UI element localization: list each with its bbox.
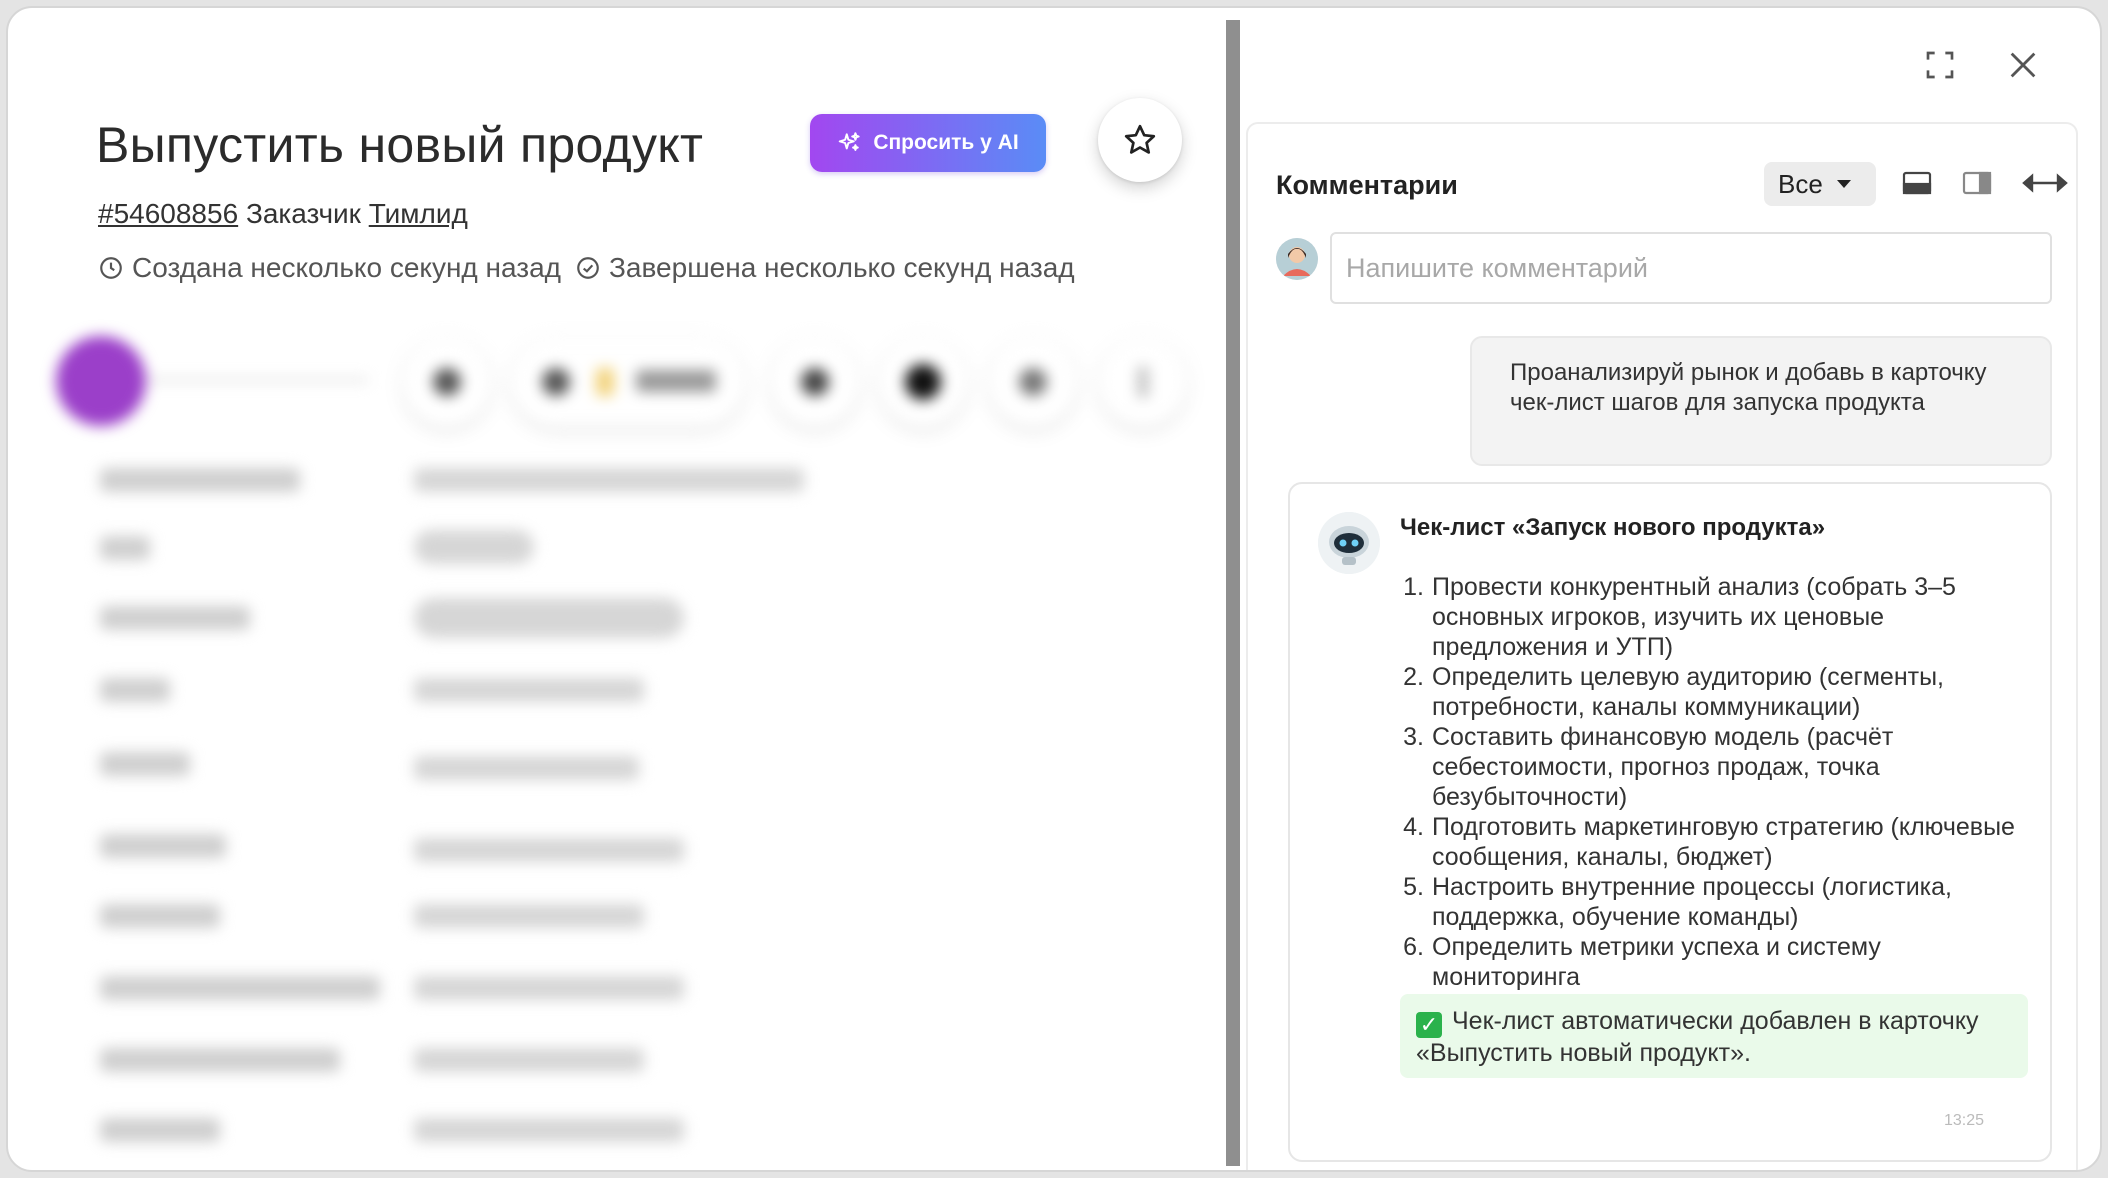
user-message: Проанализируй рынок и добавь в карточку … — [1470, 336, 2052, 466]
panel-view-options — [1902, 170, 2068, 196]
created-text: Создана несколько секунд назад — [132, 252, 562, 283]
list-item: 6. Определить метрики успеха и систему мо… — [1403, 933, 1881, 991]
panel-resize-handle[interactable] — [1226, 20, 1240, 1166]
ask-ai-label: Спросить у AI — [873, 131, 1019, 154]
list-item: 3. Составить финансовую модель (расчёт се… — [1403, 723, 1894, 811]
message-timestamp: 13:25 — [1943, 1112, 1984, 1129]
sparkles-icon — [839, 132, 860, 151]
star-icon — [1124, 124, 1156, 154]
created-info: Создана несколько секунд назад — [98, 252, 561, 284]
checklist-items: 1. Провести конкурентный анализ (собрать … — [1400, 572, 2020, 992]
caret-down-icon — [1836, 180, 1851, 188]
check-circle-icon — [577, 257, 599, 279]
clock-icon — [100, 257, 122, 279]
status-avatar — [56, 336, 146, 426]
favorite-button[interactable] — [1098, 98, 1182, 182]
action-pill-4 — [880, 338, 966, 426]
list-item: 4. Подготовить маркетинговую стратегию (к… — [1403, 813, 2015, 871]
progress-line — [148, 378, 368, 382]
check-mark-icon: ✓ — [1416, 1012, 1442, 1038]
comments-panel: Комментарии Все Проанализ — [1246, 122, 2078, 1170]
checklist-added-note: ✓ Чек-лист автоматически добавлен в карто… — [1400, 994, 2028, 1078]
task-card: Выпустить новый продукт Спросить у AI #5… — [8, 8, 1226, 1170]
task-timestamps: Создана несколько секунд назад Завершена… — [98, 252, 1089, 284]
user-avatar — [1276, 238, 1318, 280]
ai-message: Чек-лист «Запуск нового продукта» 1. Пров… — [1288, 482, 2052, 1162]
panel-right-icon[interactable] — [1962, 170, 1992, 196]
task-meta: #54608856 Заказчик Тимлид — [98, 198, 468, 230]
customer-link[interactable]: Тимлид — [369, 198, 468, 229]
completed-text: Завершена несколько секунд назад — [609, 252, 1075, 283]
window-controls — [1924, 48, 2040, 82]
list-item: 1. Провести конкурентный анализ (собрать … — [1403, 573, 1956, 661]
action-pill-2 — [512, 338, 744, 426]
customer-label: Заказчик — [245, 198, 361, 229]
close-icon[interactable] — [2006, 48, 2040, 82]
list-item: 5. Настроить внутренние процессы (логисти… — [1403, 873, 1953, 931]
task-title[interactable]: Выпустить новый продукт — [96, 116, 703, 174]
bot-avatar — [1318, 512, 1380, 574]
action-pill-1 — [404, 338, 490, 426]
filter-value: Все — [1778, 168, 1823, 199]
completed-info: Завершена несколько секунд назад — [575, 252, 1075, 284]
fullscreen-icon[interactable] — [1924, 49, 1956, 81]
task-window: Выпустить новый продукт Спросить у AI #5… — [6, 6, 2102, 1172]
action-pill-3 — [772, 338, 858, 426]
action-pill-5 — [990, 338, 1076, 426]
panel-bottom-icon[interactable] — [1902, 170, 1932, 196]
comments-filter-select[interactable]: Все — [1764, 162, 1876, 206]
expand-width-icon[interactable] — [2022, 173, 2068, 193]
action-pill-6 — [1100, 338, 1186, 426]
note-text: Чек-лист автоматически добавлен в карточ… — [1416, 1007, 1979, 1067]
list-item: 2. Определить целевую аудиторию (сегменты… — [1403, 663, 1944, 721]
comment-input[interactable] — [1330, 232, 2052, 304]
task-id-link[interactable]: #54608856 — [98, 198, 238, 229]
checklist-title: Чек-лист «Запуск нового продукта» — [1400, 514, 1826, 541]
ask-ai-button[interactable]: Спросить у AI — [810, 114, 1046, 172]
blurred-task-details — [8, 308, 1226, 1170]
comments-title: Комментарии — [1276, 170, 1458, 200]
